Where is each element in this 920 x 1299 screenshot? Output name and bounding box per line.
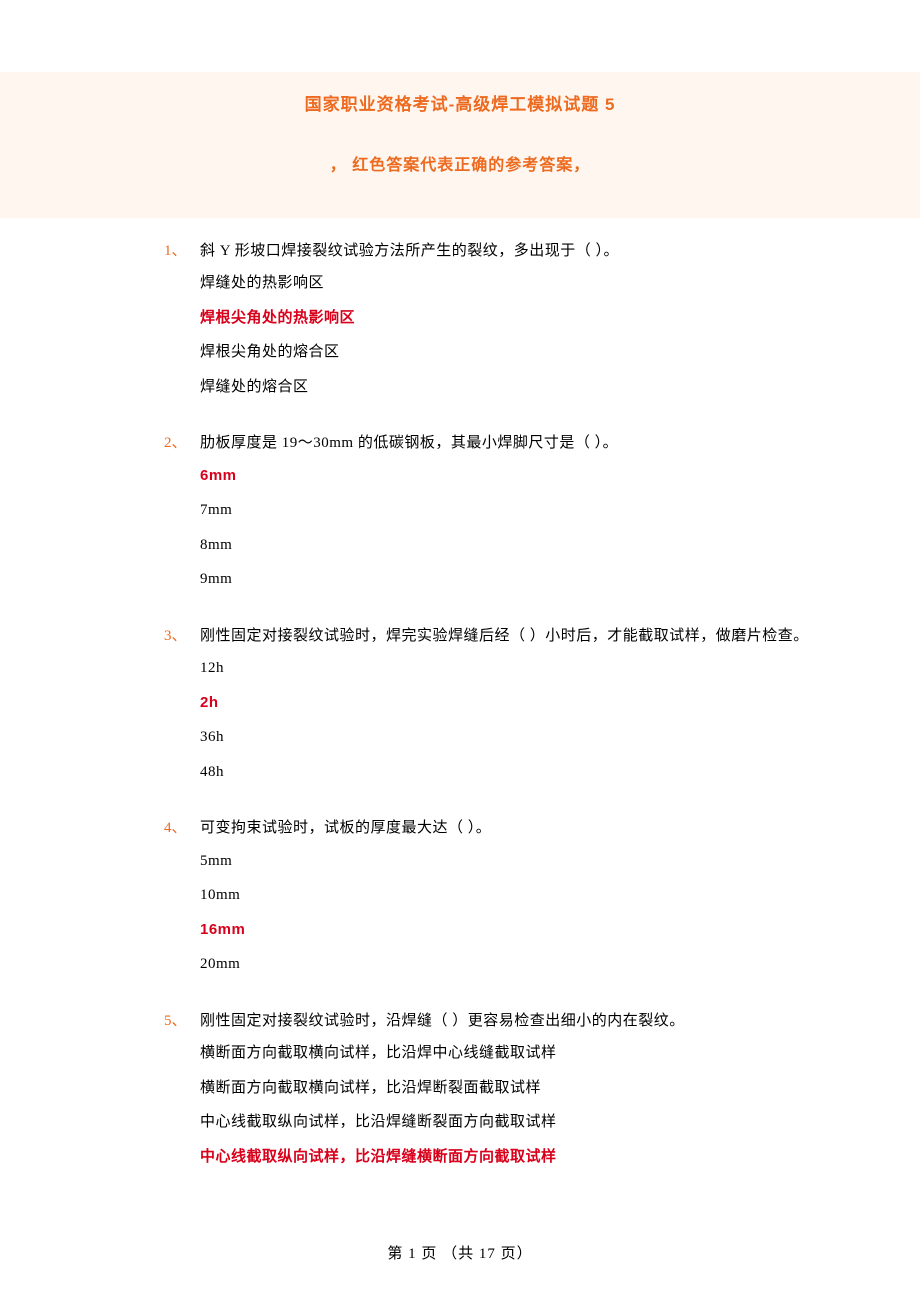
option-item: 5mm [200, 850, 840, 873]
question-block: 3、 刚性固定对接裂纹试验时，焊完实验焊缝后经（ ）小时后，才能截取试样，做磨片… [92, 625, 840, 784]
option-item: 中心线截取纵向试样，比沿焊缝断裂面方向截取试样 [200, 1111, 840, 1134]
content-body: 1、 斜 Y 形坡口焊接裂纹试验方法所产生的裂纹，多出现于（ ）。 焊缝处的热影… [0, 218, 920, 1169]
option-list: 6mm 7mm 8mm 9mm [92, 465, 840, 591]
option-list: 5mm 10mm 16mm 20mm [92, 850, 840, 976]
question-text: 斜 Y 形坡口焊接裂纹试验方法所产生的裂纹，多出现于（ ）。 [200, 240, 840, 263]
option-item: 36h [200, 726, 840, 749]
document-title: 国家职业资格考试-高级焊工模拟试题 5 [0, 92, 920, 118]
answer-legend: ， 红色答案代表正确的参考答案， [0, 154, 920, 178]
option-item: 9mm [200, 568, 840, 591]
option-item: 焊根尖角处的熔合区 [200, 341, 840, 364]
question-block: 1、 斜 Y 形坡口焊接裂纹试验方法所产生的裂纹，多出现于（ ）。 焊缝处的热影… [92, 240, 840, 399]
question-block: 2、 肋板厚度是 19～30mm 的低碳钢板，其最小焊脚尺寸是（ ）。 6mm … [92, 432, 840, 591]
option-item: 7mm [200, 499, 840, 522]
page-sheet: 国家职业资格考试-高级焊工模拟试题 5 ， 红色答案代表正确的参考答案， 1、 … [0, 0, 920, 1299]
page-footer: 第 1 页 （共 17 页） [0, 1243, 920, 1266]
question-number: 4、 [164, 817, 200, 840]
question-block: 4、 可变拘束试验时，试板的厚度最大达（ ）。 5mm 10mm 16mm 20… [92, 817, 840, 976]
option-item: 横断面方向截取横向试样，比沿焊断裂面截取试样 [200, 1077, 840, 1100]
option-item: 横断面方向截取横向试样，比沿焊中心线缝截取试样 [200, 1042, 840, 1065]
option-item-correct: 2h [200, 692, 840, 715]
option-list: 焊缝处的热影响区 焊根尖角处的热影响区 焊根尖角处的熔合区 焊缝处的熔合区 [92, 272, 840, 398]
option-item: 12h [200, 657, 840, 680]
header-banner: 国家职业资格考试-高级焊工模拟试题 5 ， 红色答案代表正确的参考答案， [0, 72, 920, 218]
option-item-correct: 中心线截取纵向试样，比沿焊缝横断面方向截取试样 [200, 1146, 840, 1169]
question-text: 刚性固定对接裂纹试验时，沿焊缝（ ）更容易检查出细小的内在裂纹。 [200, 1010, 840, 1033]
option-item: 48h [200, 761, 840, 784]
option-item: 焊缝处的热影响区 [200, 272, 840, 295]
option-item: 10mm [200, 884, 840, 907]
question-text: 肋板厚度是 19～30mm 的低碳钢板，其最小焊脚尺寸是（ ）。 [200, 432, 840, 455]
option-item-correct: 焊根尖角处的热影响区 [200, 307, 840, 330]
option-item: 20mm [200, 953, 840, 976]
question-block: 5、 刚性固定对接裂纹试验时，沿焊缝（ ）更容易检查出细小的内在裂纹。 横断面方… [92, 1010, 840, 1169]
question-number: 1、 [164, 240, 200, 263]
question-text: 可变拘束试验时，试板的厚度最大达（ ）。 [200, 817, 840, 840]
option-item-correct: 6mm [200, 465, 840, 488]
option-item-correct: 16mm [200, 919, 840, 942]
option-list: 横断面方向截取横向试样，比沿焊中心线缝截取试样 横断面方向截取横向试样，比沿焊断… [92, 1042, 840, 1168]
question-number: 2、 [164, 432, 200, 455]
question-number: 5、 [164, 1010, 200, 1033]
option-item: 8mm [200, 534, 840, 557]
option-item: 焊缝处的熔合区 [200, 376, 840, 399]
question-text: 刚性固定对接裂纹试验时，焊完实验焊缝后经（ ）小时后，才能截取试样，做磨片检查。 [200, 625, 840, 648]
option-list: 12h 2h 36h 48h [92, 657, 840, 783]
question-number: 3、 [164, 625, 200, 648]
